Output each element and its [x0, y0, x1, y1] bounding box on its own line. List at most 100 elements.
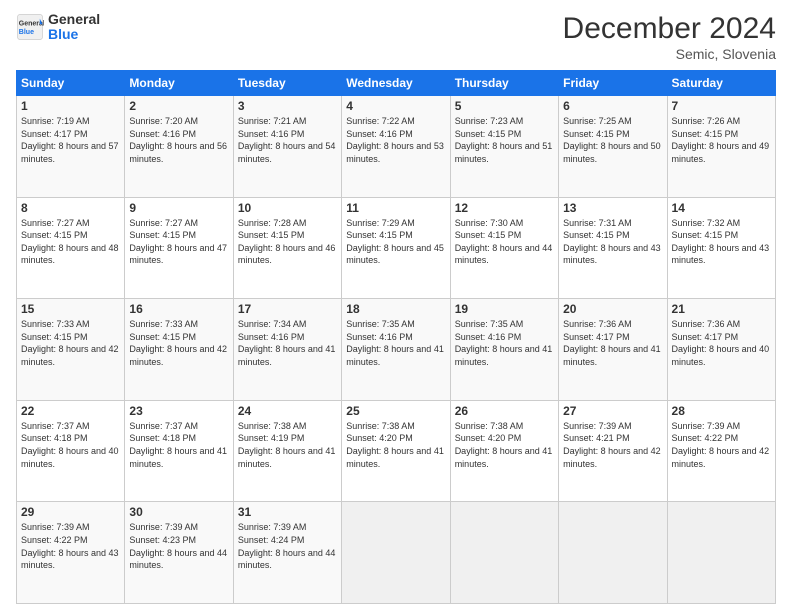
day-number: 16	[129, 302, 228, 316]
table-row: 23 Sunrise: 7:37 AMSunset: 4:18 PMDayligh…	[125, 400, 233, 502]
title-block: December 2024 Semic, Slovenia	[563, 12, 776, 62]
logo: General Blue General Blue	[16, 12, 100, 43]
day-info: Sunrise: 7:39 AMSunset: 4:22 PMDaylight:…	[672, 420, 771, 470]
day-number: 9	[129, 201, 228, 215]
table-row: 30 Sunrise: 7:39 AMSunset: 4:23 PMDayligh…	[125, 502, 233, 604]
day-number: 11	[346, 201, 445, 215]
table-row	[450, 502, 558, 604]
table-row: 19 Sunrise: 7:35 AMSunset: 4:16 PMDayligh…	[450, 299, 558, 401]
day-number: 3	[238, 99, 337, 113]
day-info: Sunrise: 7:37 AMSunset: 4:18 PMDaylight:…	[129, 420, 228, 470]
day-number: 17	[238, 302, 337, 316]
table-row: 20 Sunrise: 7:36 AMSunset: 4:17 PMDayligh…	[559, 299, 667, 401]
day-number: 19	[455, 302, 554, 316]
day-number: 6	[563, 99, 662, 113]
day-number: 7	[672, 99, 771, 113]
day-info: Sunrise: 7:30 AMSunset: 4:15 PMDaylight:…	[455, 217, 554, 267]
table-row: 26 Sunrise: 7:38 AMSunset: 4:20 PMDayligh…	[450, 400, 558, 502]
calendar-container: General Blue General Blue December 2024 …	[0, 0, 792, 612]
table-row: 31 Sunrise: 7:39 AMSunset: 4:24 PMDayligh…	[233, 502, 341, 604]
svg-text:Blue: Blue	[19, 29, 34, 36]
day-info: Sunrise: 7:31 AMSunset: 4:15 PMDaylight:…	[563, 217, 662, 267]
table-row	[667, 502, 775, 604]
day-info: Sunrise: 7:37 AMSunset: 4:18 PMDaylight:…	[21, 420, 120, 470]
header-thursday: Thursday	[450, 71, 558, 96]
table-row: 24Sunrise: 7:38 AMSunset: 4:19 PMDayligh…	[233, 400, 341, 502]
day-number: 8	[21, 201, 120, 215]
table-row	[342, 502, 450, 604]
day-number: 18	[346, 302, 445, 316]
day-number: 31	[238, 505, 337, 519]
table-row: 13 Sunrise: 7:31 AMSunset: 4:15 PMDayligh…	[559, 197, 667, 299]
table-row: 15 Sunrise: 7:33 AMSunset: 4:15 PMDayligh…	[17, 299, 125, 401]
table-row: 27 Sunrise: 7:39 AMSunset: 4:21 PMDayligh…	[559, 400, 667, 502]
logo-blue: Blue	[48, 27, 100, 42]
day-info: Sunrise: 7:38 AMSunset: 4:20 PMDaylight:…	[455, 420, 554, 470]
day-info: Sunrise: 7:34 AMSunset: 4:16 PMDaylight:…	[238, 318, 337, 368]
table-row: 28Sunrise: 7:39 AMSunset: 4:22 PMDayligh…	[667, 400, 775, 502]
day-info: Sunrise: 7:20 AMSunset: 4:16 PMDaylight:…	[129, 115, 228, 165]
day-info: Sunrise: 7:23 AMSunset: 4:15 PMDaylight:…	[455, 115, 554, 165]
table-row: 29Sunrise: 7:39 AMSunset: 4:22 PMDayligh…	[17, 502, 125, 604]
table-row: 8 Sunrise: 7:27 AMSunset: 4:15 PMDaylight…	[17, 197, 125, 299]
day-number: 23	[129, 404, 228, 418]
day-info: Sunrise: 7:39 AMSunset: 4:21 PMDaylight:…	[563, 420, 662, 470]
day-number: 10	[238, 201, 337, 215]
day-number: 25	[346, 404, 445, 418]
header: General Blue General Blue December 2024 …	[16, 12, 776, 62]
day-info: Sunrise: 7:27 AMSunset: 4:15 PMDaylight:…	[21, 217, 120, 267]
table-row: 16 Sunrise: 7:33 AMSunset: 4:15 PMDayligh…	[125, 299, 233, 401]
day-number: 2	[129, 99, 228, 113]
day-info: Sunrise: 7:28 AMSunset: 4:15 PMDaylight:…	[238, 217, 337, 267]
header-wednesday: Wednesday	[342, 71, 450, 96]
table-row: 5Sunrise: 7:23 AMSunset: 4:15 PMDaylight…	[450, 96, 558, 198]
day-info: Sunrise: 7:39 AMSunset: 4:24 PMDaylight:…	[238, 521, 337, 571]
table-row: 25Sunrise: 7:38 AMSunset: 4:20 PMDayligh…	[342, 400, 450, 502]
day-number: 21	[672, 302, 771, 316]
table-row: 2 Sunrise: 7:20 AMSunset: 4:16 PMDaylight…	[125, 96, 233, 198]
day-number: 15	[21, 302, 120, 316]
day-info: Sunrise: 7:36 AMSunset: 4:17 PMDaylight:…	[672, 318, 771, 368]
table-row: 3 Sunrise: 7:21 AMSunset: 4:16 PMDaylight…	[233, 96, 341, 198]
table-row: 22 Sunrise: 7:37 AMSunset: 4:18 PMDayligh…	[17, 400, 125, 502]
day-number: 13	[563, 201, 662, 215]
day-info: Sunrise: 7:33 AMSunset: 4:15 PMDaylight:…	[21, 318, 120, 368]
day-number: 14	[672, 201, 771, 215]
day-number: 1	[21, 99, 120, 113]
day-number: 12	[455, 201, 554, 215]
header-sunday: Sunday	[17, 71, 125, 96]
table-row: 11Sunrise: 7:29 AMSunset: 4:15 PMDayligh…	[342, 197, 450, 299]
header-tuesday: Tuesday	[233, 71, 341, 96]
day-number: 30	[129, 505, 228, 519]
table-row	[559, 502, 667, 604]
location: Semic, Slovenia	[563, 46, 776, 62]
table-row: 21 Sunrise: 7:36 AMSunset: 4:17 PMDayligh…	[667, 299, 775, 401]
logo-general: General	[48, 12, 100, 27]
table-row: 9 Sunrise: 7:27 AMSunset: 4:15 PMDaylight…	[125, 197, 233, 299]
day-info: Sunrise: 7:35 AMSunset: 4:16 PMDaylight:…	[346, 318, 445, 368]
day-number: 26	[455, 404, 554, 418]
header-friday: Friday	[559, 71, 667, 96]
day-info: Sunrise: 7:21 AMSunset: 4:16 PMDaylight:…	[238, 115, 337, 165]
day-number: 22	[21, 404, 120, 418]
day-info: Sunrise: 7:26 AMSunset: 4:15 PMDaylight:…	[672, 115, 771, 165]
day-number: 27	[563, 404, 662, 418]
day-number: 20	[563, 302, 662, 316]
day-info: Sunrise: 7:33 AMSunset: 4:15 PMDaylight:…	[129, 318, 228, 368]
day-info: Sunrise: 7:35 AMSunset: 4:16 PMDaylight:…	[455, 318, 554, 368]
day-info: Sunrise: 7:39 AMSunset: 4:23 PMDaylight:…	[129, 521, 228, 571]
table-row: 17 Sunrise: 7:34 AMSunset: 4:16 PMDayligh…	[233, 299, 341, 401]
day-info: Sunrise: 7:22 AMSunset: 4:16 PMDaylight:…	[346, 115, 445, 165]
table-row: 6 Sunrise: 7:25 AMSunset: 4:15 PMDaylight…	[559, 96, 667, 198]
table-row: 7 Sunrise: 7:26 AMSunset: 4:15 PMDaylight…	[667, 96, 775, 198]
day-info: Sunrise: 7:27 AMSunset: 4:15 PMDaylight:…	[129, 217, 228, 267]
logo-icon: General Blue	[16, 13, 44, 41]
day-info: Sunrise: 7:36 AMSunset: 4:17 PMDaylight:…	[563, 318, 662, 368]
day-number: 4	[346, 99, 445, 113]
day-info: Sunrise: 7:39 AMSunset: 4:22 PMDaylight:…	[21, 521, 120, 571]
month-title: December 2024	[563, 12, 776, 46]
table-row: 1Sunrise: 7:19 AMSunset: 4:17 PMDaylight…	[17, 96, 125, 198]
day-info: Sunrise: 7:25 AMSunset: 4:15 PMDaylight:…	[563, 115, 662, 165]
day-number: 24	[238, 404, 337, 418]
table-row: 12 Sunrise: 7:30 AMSunset: 4:15 PMDayligh…	[450, 197, 558, 299]
